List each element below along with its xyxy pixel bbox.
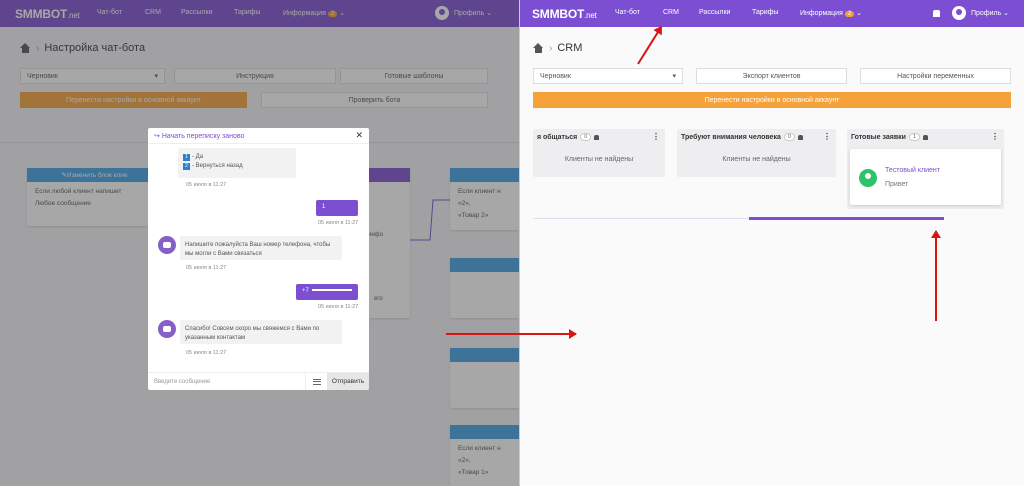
chat-footer: Введите сообщение Отправить — [148, 372, 369, 390]
column-count: 1 — [908, 133, 920, 141]
user-message: 1 — [316, 200, 358, 216]
page-title: › CRM — [533, 42, 582, 54]
home-icon[interactable] — [533, 43, 544, 53]
bot-avatar-icon — [158, 236, 176, 254]
info-badge: 2 — [844, 11, 855, 17]
close-icon[interactable]: ✕ — [355, 130, 363, 141]
more-icon[interactable]: ⋮ — [991, 132, 999, 141]
chat-test-modal: ↪ Начать переписку заново ✕ 1- Да 2- Вер… — [148, 128, 369, 390]
column-header: Требуют внимания человека 0 — [681, 133, 803, 141]
bot-avatar-icon — [158, 320, 176, 338]
message-time: 05 июля в 11:27 — [318, 304, 359, 310]
option-number: 1 — [183, 154, 190, 161]
annotation-arrow — [446, 329, 577, 339]
nav-profile[interactable]: Профиль ⌄ — [971, 9, 1009, 17]
message-time: 05 июля в 11:27 — [186, 182, 227, 188]
message-time: 05 июля в 11:27 — [186, 265, 227, 271]
transfer-settings-button[interactable]: Перенести настройки в основной аккаунт — [533, 92, 1011, 108]
bell-icon[interactable] — [594, 134, 600, 140]
chatbot-settings-pane: SMMBOT.net Чат-бот CRM Рассылки Тарифы И… — [0, 0, 519, 486]
option-number: 2 — [183, 163, 190, 170]
avatar[interactable] — [952, 6, 966, 20]
breadcrumb-chevron-icon: › — [549, 42, 553, 54]
crm-column-chatting: я общаться 0 ⋮ Клиенты не найдены — [533, 129, 665, 177]
option-2[interactable]: 2- Вернуться назад — [183, 162, 291, 171]
logo[interactable]: SMMBOT.net — [532, 7, 597, 21]
crm-column-attention: Требуют внимания человека 0 ⋮ Клиенты не … — [677, 129, 836, 177]
menu-icon[interactable] — [305, 372, 327, 390]
nav-tariffs[interactable]: Тарифы — [752, 9, 778, 16]
bot-message: Напишите пожалуйста Ваш номер телефона, … — [180, 236, 342, 260]
send-button[interactable]: Отправить — [327, 372, 369, 390]
client-last-message: Привет — [885, 181, 909, 188]
nav-mailings[interactable]: Рассылки — [699, 9, 730, 16]
redacted-phone — [311, 289, 352, 292]
column-header: я общаться 0 — [537, 133, 600, 141]
more-icon[interactable]: ⋮ — [652, 132, 660, 141]
nav-crm[interactable]: CRM — [663, 9, 679, 16]
client-card[interactable]: Тестовый клиент Привет — [850, 149, 1001, 205]
message-input[interactable]: Введите сообщение — [148, 379, 305, 385]
column-header: Готовые заявки 1 — [851, 133, 928, 141]
client-name[interactable]: Тестовый клиент — [885, 167, 940, 174]
column-count: 0 — [783, 133, 795, 141]
nav-chatbot[interactable]: Чат-бот — [615, 9, 640, 16]
variables-settings-button[interactable]: Настройки переменных — [860, 68, 1011, 84]
user-message: +7 — [296, 284, 358, 300]
empty-state: Клиенты не найдены — [722, 156, 791, 163]
column-count: 0 — [580, 133, 592, 141]
nav-info[interactable]: Информация 2 ⌄ — [800, 9, 862, 17]
bot-message: Спасибо! Совсем скоро мы свяжемся с Вами… — [180, 320, 342, 344]
more-icon[interactable]: ⋮ — [823, 132, 831, 141]
empty-state: Клиенты не найдены — [564, 156, 634, 163]
annotation-arrow — [935, 231, 937, 321]
page-title-text: CRM — [557, 42, 583, 54]
modal-header: ↪ Начать переписку заново ✕ — [148, 128, 369, 144]
message-time: 05 июля в 11:27 — [318, 220, 359, 226]
crm-column-ready: Готовые заявки 1 ⋮ Тестовый клиент Привет — [847, 129, 1004, 209]
share-icon: ↪ — [154, 132, 162, 140]
option-1[interactable]: 1- Да — [183, 153, 291, 162]
restart-chat-link[interactable]: ↪ Начать переписку заново — [154, 132, 244, 140]
client-avatar-icon — [859, 169, 877, 187]
message-time: 05 июля в 11:27 — [186, 350, 227, 356]
export-clients-button[interactable]: Экспорт клиентов — [696, 68, 847, 84]
scrollbar-thumb[interactable] — [749, 217, 944, 220]
top-navbar: SMMBOT.net Чат-бот CRM Рассылки Тарифы И… — [520, 0, 1024, 27]
chevron-down-icon: ▾ — [672, 73, 676, 80]
bot-options-bubble: 1- Да 2- Вернуться назад — [178, 148, 296, 178]
bell-icon[interactable] — [797, 134, 803, 140]
bell-icon[interactable] — [933, 10, 940, 17]
crm-pane: SMMBOT.net Чат-бот CRM Рассылки Тарифы И… — [520, 0, 1024, 486]
bell-icon[interactable] — [923, 134, 928, 140]
draft-select[interactable]: Черновик ▾ — [533, 68, 683, 84]
